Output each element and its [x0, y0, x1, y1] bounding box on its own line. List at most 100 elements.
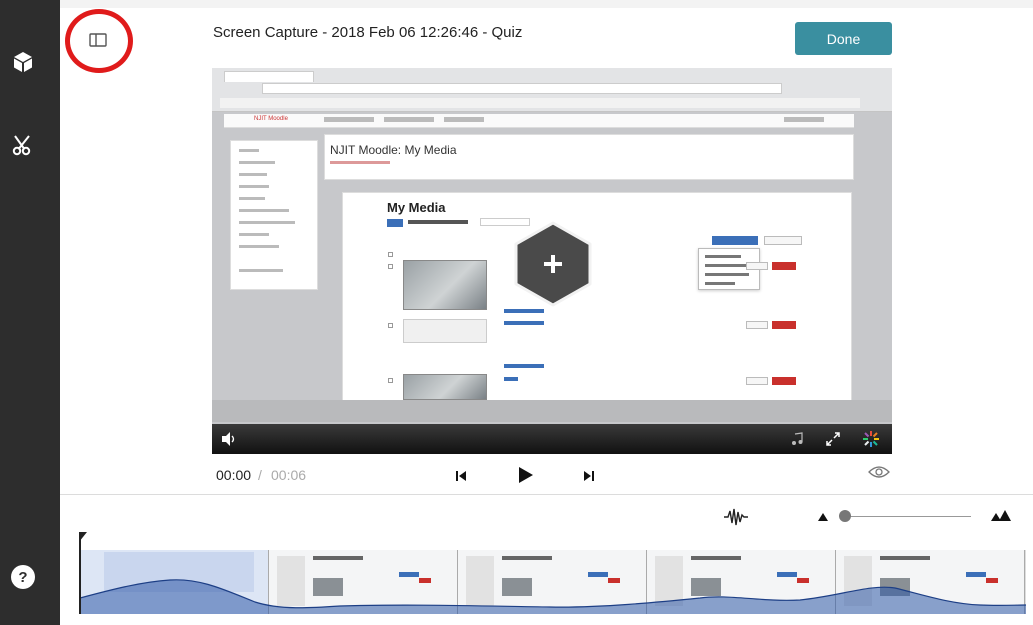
duration-time: 00:06 — [271, 467, 307, 483]
frame-accent — [419, 578, 431, 583]
frame-accent — [986, 578, 998, 583]
top-strip — [0, 0, 1033, 8]
captured-sidebar-line — [239, 269, 283, 272]
captured-actions-button — [764, 236, 802, 245]
help-button[interactable]: ? — [11, 565, 35, 589]
captured-item-link — [504, 364, 544, 368]
eye-icon[interactable] — [868, 464, 890, 480]
frame-thumb — [880, 578, 910, 596]
help-icon: ? — [18, 568, 28, 586]
captured-nav-link — [784, 117, 824, 122]
frame-accent — [797, 578, 809, 583]
frame-accent — [588, 572, 608, 577]
done-button[interactable]: Done — [795, 22, 892, 55]
embedded-player-bar — [212, 424, 892, 454]
timeline-frame — [836, 550, 1025, 614]
captured-taskbar — [212, 400, 892, 422]
interactive-cube-button[interactable] — [6, 45, 40, 79]
captured-dropdown-item — [705, 273, 749, 276]
captured-thumbnail — [403, 260, 487, 310]
frame-thumb — [502, 578, 532, 596]
captured-page-header — [324, 134, 854, 180]
captured-checkbox — [388, 323, 393, 328]
timeline-playhead[interactable] — [79, 532, 81, 614]
captured-edit-button — [746, 262, 768, 270]
step-forward-icon — [584, 471, 594, 481]
zoom-slider-track[interactable] — [845, 516, 971, 517]
timeline-frame — [80, 550, 269, 614]
captured-checkbox — [388, 264, 393, 269]
frame-content — [104, 552, 254, 592]
add-interaction-button[interactable] — [510, 221, 596, 307]
zoom-out-icon[interactable] — [817, 511, 829, 523]
captured-new-button — [387, 219, 403, 227]
play-icon — [519, 467, 533, 483]
captured-add-new-button — [712, 236, 758, 245]
captured-address-bar — [262, 83, 782, 94]
captured-thumbnail — [403, 374, 487, 400]
step-back-icon — [456, 471, 466, 481]
timeline-frame — [647, 550, 836, 614]
captured-nav-link — [444, 117, 484, 122]
interactive-cube-icon — [14, 52, 32, 72]
captured-item-link — [504, 309, 544, 313]
captured-site-nav: NJIT Moodle — [224, 114, 854, 128]
captured-checkbox — [388, 252, 393, 257]
trim-tool-button[interactable] — [6, 128, 40, 162]
scissors-icon — [12, 135, 31, 156]
zoom-in-icon[interactable] — [990, 508, 1012, 524]
captured-checkbox — [388, 378, 393, 383]
captured-sidebar-line — [239, 209, 289, 212]
captured-item-link — [504, 377, 518, 381]
music-note-icon[interactable] — [790, 432, 804, 446]
timeline-frame — [269, 550, 458, 614]
frame-accent — [608, 578, 620, 583]
captured-site-brand: NJIT Moodle — [254, 116, 288, 122]
captured-delete-button — [772, 377, 796, 385]
frame-title — [502, 556, 552, 560]
step-back-button[interactable] — [452, 467, 470, 485]
captured-sidebar — [230, 140, 318, 290]
captured-page-title: NJIT Moodle: My Media — [330, 143, 457, 157]
captured-sidebar-line — [239, 161, 275, 164]
timeline-filmstrip[interactable] — [80, 550, 1026, 614]
captured-delete-button — [772, 262, 796, 270]
left-rail: ? — [0, 0, 60, 625]
captured-sidebar-line — [239, 221, 295, 224]
video-preview[interactable]: NJIT Moodle NJIT Moodle: My Media My Med… — [212, 68, 892, 454]
frame-sidebar — [466, 556, 494, 606]
layout-toggle-button[interactable] — [86, 28, 110, 52]
frame-sidebar — [277, 556, 305, 606]
playhead-handle[interactable] — [79, 532, 87, 542]
frame-thumb — [691, 578, 721, 596]
captured-sidebar-line — [239, 185, 269, 188]
timeline-frame — [458, 550, 647, 614]
current-time: 00:00 — [216, 467, 252, 483]
captured-sidebar-line — [239, 149, 259, 152]
captured-sidebar-line — [239, 173, 267, 176]
captured-nav-link — [324, 117, 374, 122]
zoom-slider-handle[interactable] — [839, 510, 851, 522]
page-title: Screen Capture - 2018 Feb 06 12:26:46 - … — [213, 24, 523, 41]
frame-sidebar — [655, 556, 683, 606]
waveform-icon[interactable] — [724, 508, 748, 526]
captured-dropdown-item — [705, 264, 751, 267]
captured-edit-button — [746, 321, 768, 329]
frame-thumb — [313, 578, 343, 596]
captured-nav-link — [384, 117, 434, 122]
frame-title — [691, 556, 741, 560]
frame-title — [880, 556, 930, 560]
captured-thumbnail — [403, 319, 487, 343]
captured-dropdown-item — [705, 282, 735, 285]
frame-accent — [399, 572, 419, 577]
captured-item-link — [504, 321, 544, 325]
video-editor: ? Screen Capture - 2018 Feb 06 12:26:46 … — [0, 0, 1033, 625]
time-separator: / — [258, 467, 262, 483]
frame-title — [313, 556, 363, 560]
play-button[interactable] — [515, 464, 537, 486]
section-divider — [60, 494, 1033, 495]
step-forward-button[interactable] — [580, 467, 598, 485]
spark-logo-icon — [863, 431, 879, 447]
fullscreen-icon[interactable] — [826, 432, 840, 446]
volume-icon[interactable] — [220, 430, 238, 448]
